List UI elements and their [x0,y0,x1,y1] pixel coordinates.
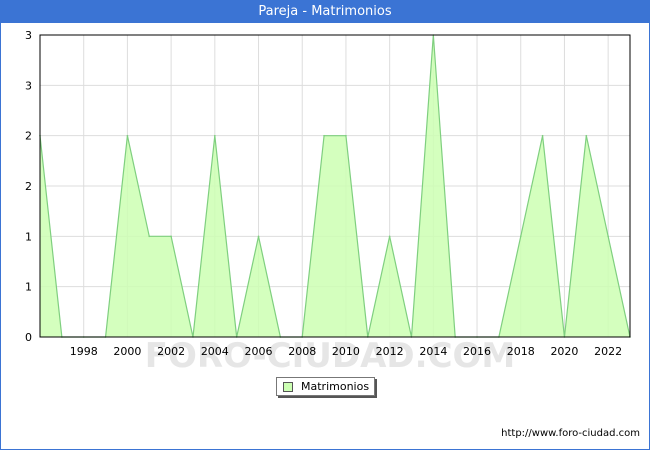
y-tick-label: 3 [25,79,32,92]
data-point [257,235,260,238]
data-point [214,134,216,137]
legend: Matrimonios [276,377,375,396]
data-point [585,134,588,137]
x-tick-label: 2022 [594,345,622,358]
x-tick-label: 2012 [376,345,404,358]
x-tick-label: 2014 [419,345,447,358]
x-tick-label: 2000 [113,345,141,358]
data-point [323,134,325,137]
data-point [388,235,391,238]
data-point [541,134,544,137]
legend-label: Matrimonios [301,380,370,393]
x-tick-label: 2004 [201,345,229,358]
data-point [126,134,129,137]
y-tick-label: 3 [25,29,32,42]
y-tick-label: 0 [25,331,32,344]
x-tick-label: 1998 [70,345,98,358]
x-tick-label: 2006 [245,345,273,358]
data-point [345,134,347,137]
x-tick-label: 2020 [550,345,578,358]
x-tick-label: 2008 [288,345,316,358]
x-tick-label: 2016 [463,345,491,358]
y-tick-label: 2 [25,130,32,143]
y-tick-label: 2 [25,180,32,193]
x-tick-label: 2010 [332,345,360,358]
area-fill [40,35,630,337]
data-point [148,235,151,238]
x-tick-label: 2002 [157,345,185,358]
source-url: http://www.foro-ciudad.com [501,428,640,439]
data-point [170,235,172,238]
y-tick-label: 1 [25,230,32,243]
y-axis: 0 1 1 2 2 3 3 [25,29,32,344]
y-tick-label: 1 [25,281,32,294]
plot-area [39,34,631,338]
legend-swatch [283,382,293,392]
data-point [607,235,609,238]
data-point [519,235,522,238]
x-tick-label: 2018 [507,345,535,358]
